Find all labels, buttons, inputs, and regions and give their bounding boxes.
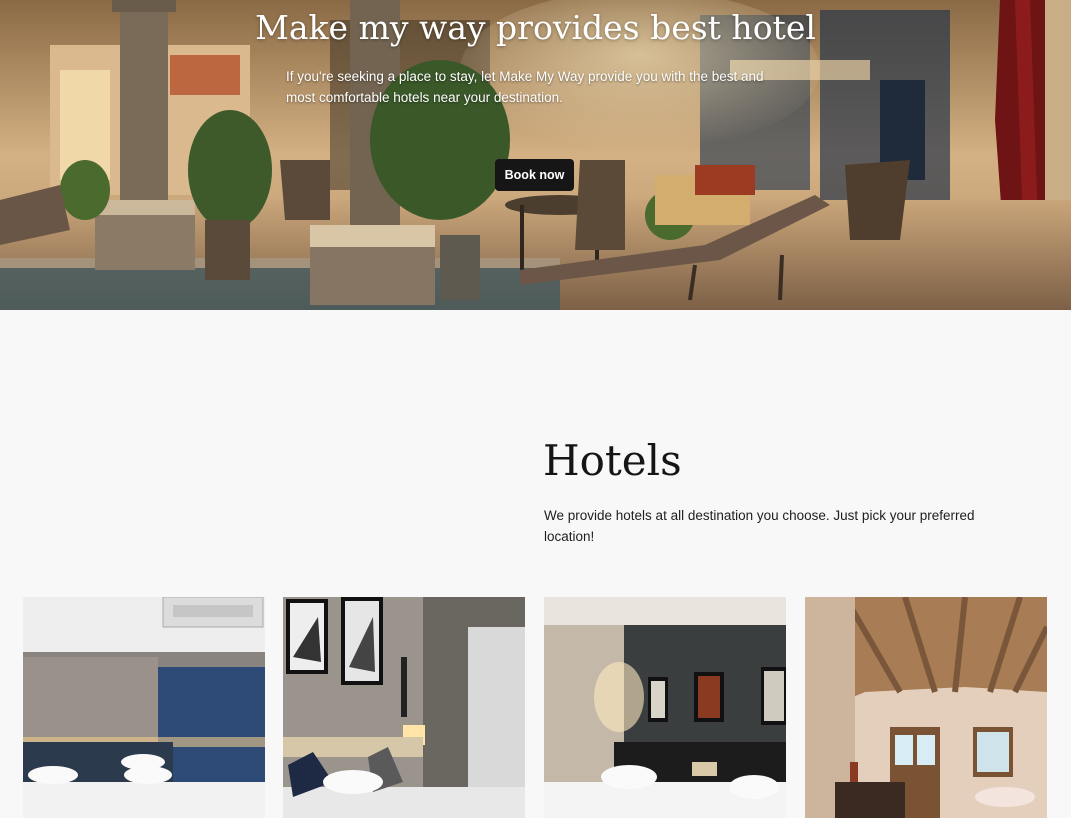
hotel-card[interactable] bbox=[23, 597, 265, 818]
hotel-room-image bbox=[283, 597, 525, 818]
hero-banner: Make my way provides best hotel If you'r… bbox=[0, 0, 1071, 310]
hotel-gallery bbox=[0, 597, 1071, 818]
hotels-heading: Hotels bbox=[543, 436, 682, 485]
book-now-button[interactable]: Book now bbox=[495, 159, 574, 191]
hotel-room-image bbox=[544, 597, 786, 818]
hotels-description: We provide hotels at all destination you… bbox=[544, 508, 975, 544]
hotel-room-image bbox=[805, 597, 1047, 818]
hotel-card[interactable] bbox=[544, 597, 786, 818]
hero-subtitle: If you're seeking a place to stay, let M… bbox=[286, 69, 764, 105]
hotel-room-image bbox=[23, 597, 265, 818]
hotel-card[interactable] bbox=[805, 597, 1047, 818]
hotel-card[interactable] bbox=[283, 597, 525, 818]
hero-title: Make my way provides best hotel bbox=[255, 8, 816, 47]
